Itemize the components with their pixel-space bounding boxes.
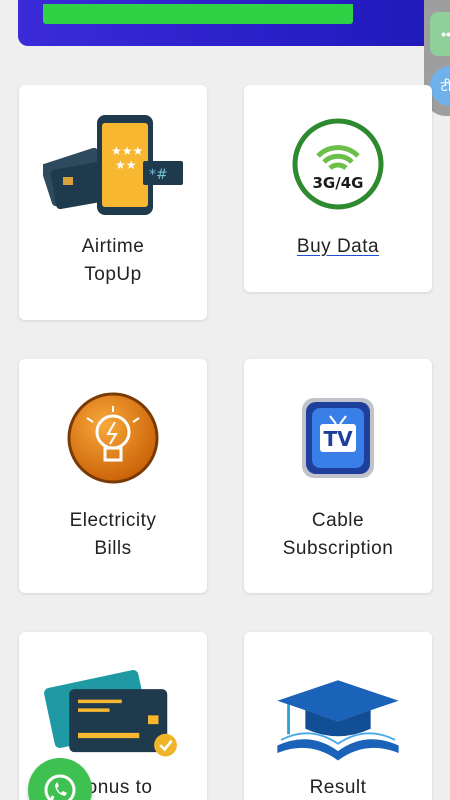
service-card-airtime[interactable]: ★★★ ★★ *# Airtime TopUp (19, 85, 207, 320)
svg-text:★★: ★★ (115, 158, 137, 172)
more-options-button[interactable]: •• (430, 12, 450, 56)
service-label[interactable]: Buy Data (297, 233, 379, 261)
phone-cards-icon: ★★★ ★★ *# (43, 109, 183, 219)
lightbulb-icon (43, 383, 183, 493)
service-label: Result (309, 777, 367, 798)
service-label: Airtime TopUp (81, 236, 145, 285)
svg-text:*#: *# (149, 167, 168, 183)
service-card-cable[interactable]: TV Cable Subscription (244, 359, 432, 593)
graduation-cap-icon (268, 656, 408, 766)
tv-icon: TV (268, 383, 408, 493)
data-icon-text: 3G/4G (313, 174, 364, 192)
service-card-electricity[interactable]: Electricity Bills (19, 359, 207, 593)
translate-button[interactable]: टी (430, 66, 450, 106)
credit-card-icon (43, 656, 183, 766)
service-card-result[interactable]: Result (244, 632, 432, 800)
service-label: Electricity Bills (69, 510, 157, 559)
tv-icon-text: TV (323, 427, 353, 451)
top-banner[interactable] (18, 0, 438, 46)
wifi-3g4g-icon: 3G/4G (268, 109, 408, 219)
service-label: Cable Subscription (282, 510, 394, 559)
service-card-buy-data[interactable]: 3G/4G Buy Data (244, 85, 432, 292)
whatsapp-icon (44, 774, 76, 800)
svg-text:★★★: ★★★ (111, 144, 143, 158)
progress-bar (43, 4, 353, 24)
